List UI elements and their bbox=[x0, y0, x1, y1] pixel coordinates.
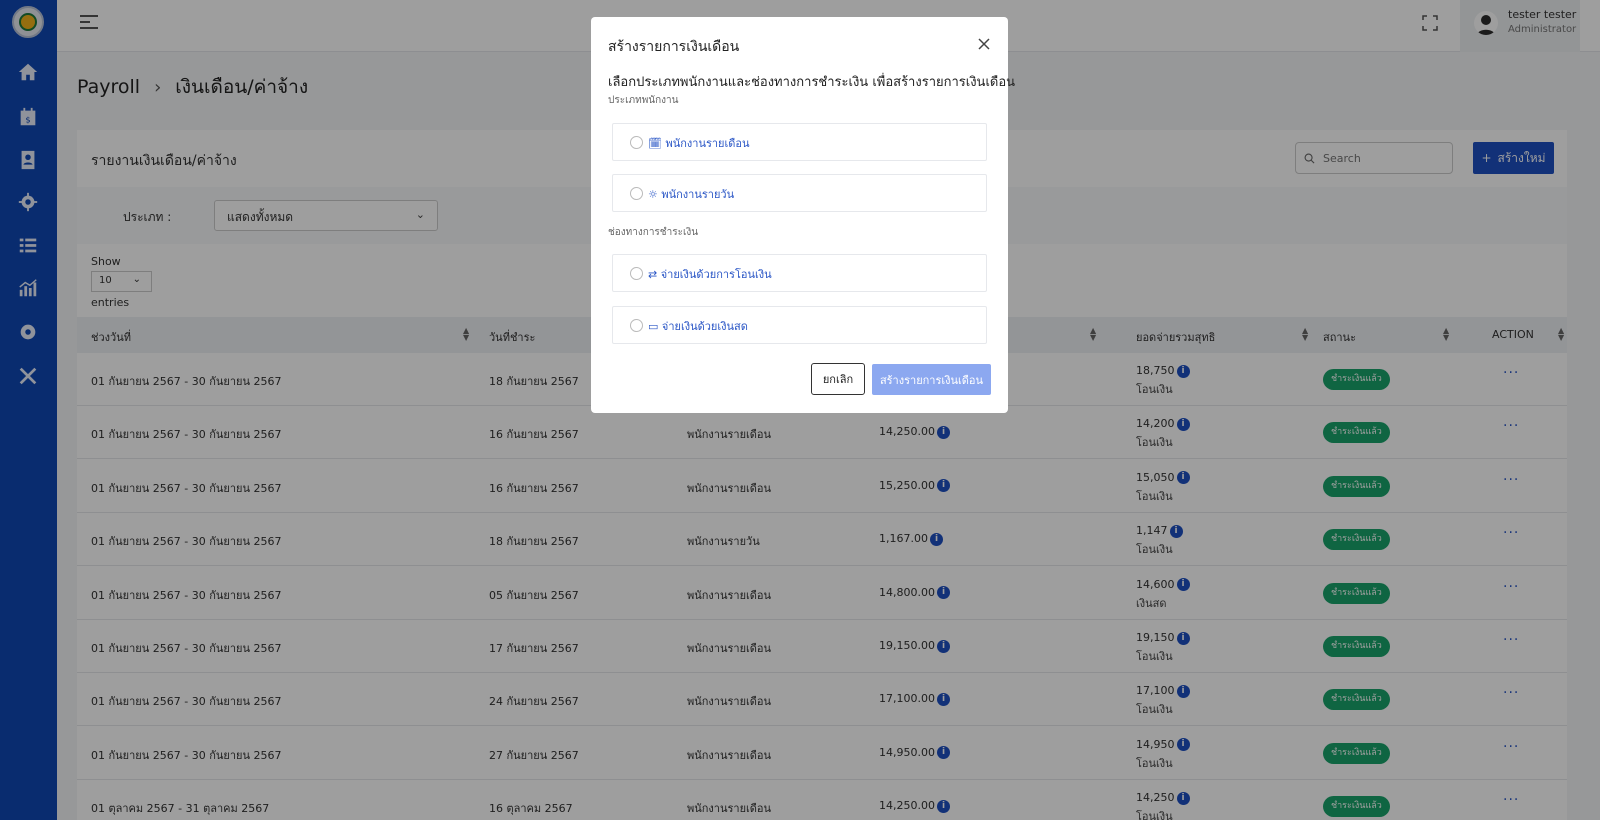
create-payroll-button[interactable]: สร้างรายการเงินเดือน bbox=[872, 364, 991, 395]
option-label: ☼ พนักงานรายวัน bbox=[648, 188, 735, 201]
option-cash[interactable]: ▭ จ่ายเงินด้วยเงินสด bbox=[612, 306, 987, 344]
option-label: ⇄ จ่ายเงินด้วยการโอนเงิน bbox=[648, 268, 772, 281]
radio-button[interactable] bbox=[630, 136, 643, 149]
radio-button[interactable] bbox=[630, 187, 643, 200]
modal-description: เลือกประเภทพนักงานและช่องทางการชำระเงิน … bbox=[608, 75, 1016, 90]
option-label: 🗓 พนักงานรายเดือน bbox=[648, 137, 750, 150]
option-label: ▭ จ่ายเงินด้วยเงินสด bbox=[648, 320, 748, 333]
employee-type-label: ประเภทพนักงาน bbox=[608, 95, 679, 106]
radio-button[interactable] bbox=[630, 319, 643, 332]
create-payroll-modal: สร้างรายการเงินเดือน เลือกประเภทพนักงานแ… bbox=[591, 17, 1015, 413]
option-bank-transfer[interactable]: ⇄ จ่ายเงินด้วยการโอนเงิน bbox=[612, 254, 987, 292]
cancel-button[interactable]: ยกเลิก bbox=[811, 363, 865, 395]
close-icon[interactable] bbox=[977, 37, 991, 51]
modal-title: สร้างรายการเงินเดือน bbox=[608, 39, 740, 55]
option-daily-employee[interactable]: ☼ พนักงานรายวัน bbox=[612, 174, 987, 212]
option-monthly-employee[interactable]: 🗓 พนักงานรายเดือน bbox=[612, 123, 987, 161]
payment-method-label: ช่องทางการชำระเงิน bbox=[608, 227, 699, 238]
radio-button[interactable] bbox=[630, 267, 643, 280]
